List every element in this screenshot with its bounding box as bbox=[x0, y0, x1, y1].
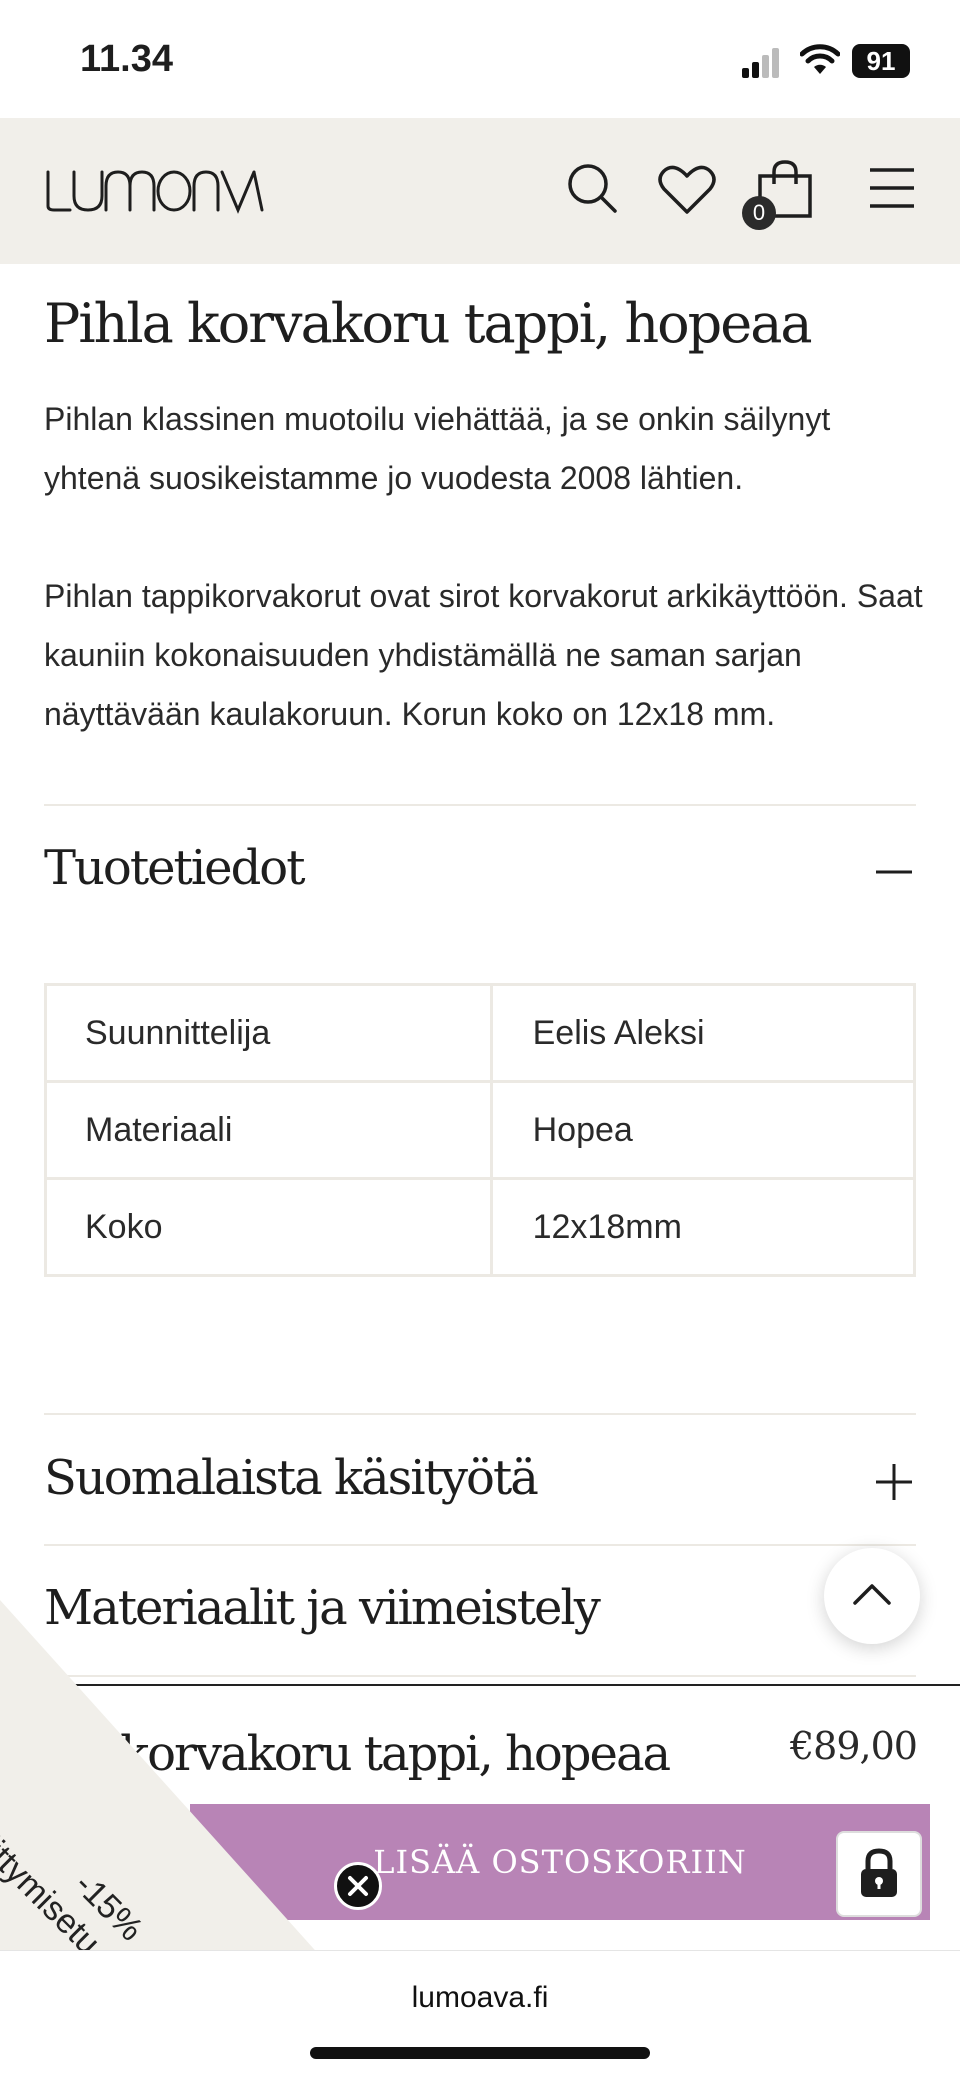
table-cell-value: Hopea bbox=[489, 1080, 917, 1180]
site-header bbox=[0, 118, 960, 264]
status-time: 11.34 bbox=[80, 38, 173, 80]
cart-count-badge: 0 bbox=[742, 196, 776, 230]
search-icon[interactable] bbox=[566, 162, 618, 214]
signal-icon bbox=[742, 48, 779, 78]
sticky-price: €89,00 bbox=[790, 1724, 918, 1768]
table-row: Koko 12x18mm bbox=[44, 1177, 917, 1277]
table-cell-label: Materiaali bbox=[44, 1080, 493, 1180]
plus-icon[interactable] bbox=[874, 1462, 914, 1502]
accordion-handcraft-title[interactable]: Suomalaista käsityötä bbox=[44, 1450, 539, 1506]
product-description-2: Pihlan tappikorvakorut ovat sirot korvak… bbox=[44, 578, 923, 732]
product-title: Pihla korvakoru tappi, hopeaa bbox=[44, 292, 813, 355]
table-cell-value: 12x18mm bbox=[489, 1177, 917, 1277]
browser-url-bar: lumoava.fi bbox=[0, 1950, 960, 2079]
wifi-icon bbox=[800, 44, 840, 74]
table-cell-value: Eelis Aleksi bbox=[489, 983, 917, 1083]
lock-icon bbox=[861, 1848, 897, 1897]
menu-icon[interactable] bbox=[868, 166, 916, 210]
table-cell-label: Koko bbox=[44, 1177, 493, 1277]
accordion-details-title[interactable]: Tuotetiedot bbox=[44, 840, 305, 896]
promo-close-button[interactable] bbox=[334, 1862, 382, 1910]
heart-icon[interactable] bbox=[658, 164, 716, 216]
divider bbox=[44, 804, 916, 806]
home-indicator bbox=[310, 2047, 650, 2059]
status-bar: 11.34 91 bbox=[0, 0, 960, 118]
table-cell-label: Suunnittelija bbox=[44, 983, 493, 1083]
url-text[interactable]: lumoava.fi bbox=[0, 1981, 960, 2015]
minus-icon[interactable] bbox=[874, 852, 914, 892]
chevron-up-icon bbox=[853, 1584, 891, 1605]
divider bbox=[44, 1413, 916, 1415]
accessibility-lock-button[interactable] bbox=[836, 1831, 922, 1917]
logo[interactable] bbox=[44, 166, 266, 216]
table-row: Materiaali Hopea bbox=[44, 1080, 917, 1180]
details-table: Suunnittelija Eelis Aleksi Materiaali Ho… bbox=[44, 983, 917, 1277]
close-icon bbox=[348, 1876, 368, 1896]
divider bbox=[44, 1544, 916, 1546]
product-description-1: Pihlan klassinen muotoilu viehättää, ja … bbox=[44, 401, 831, 496]
table-row: Suunnittelija Eelis Aleksi bbox=[44, 983, 917, 1083]
scroll-to-top-button[interactable] bbox=[824, 1548, 920, 1644]
battery-indicator: 91 bbox=[852, 44, 910, 78]
